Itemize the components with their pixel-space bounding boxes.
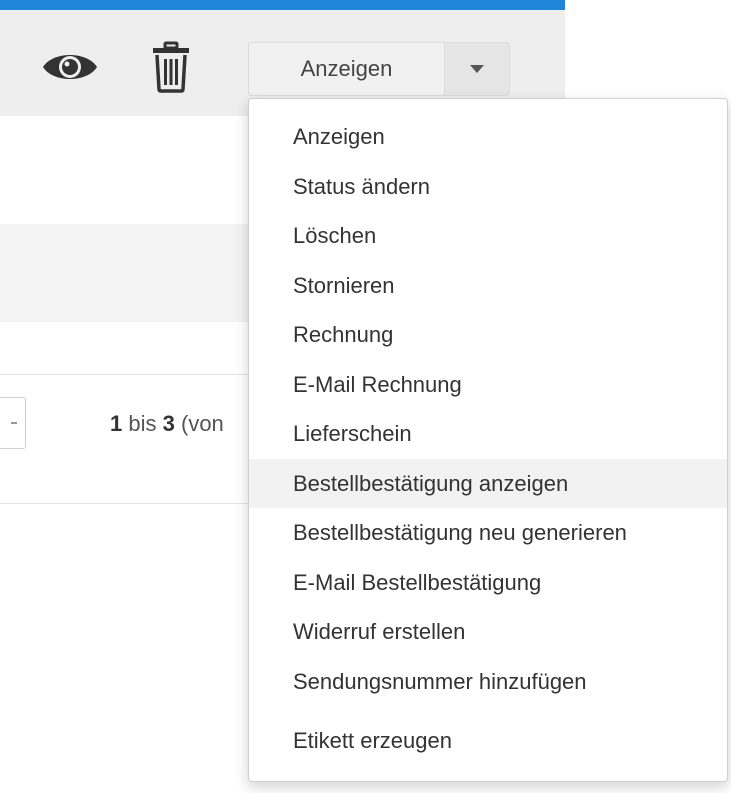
menu-item-anzeigen[interactable]: Anzeigen xyxy=(249,112,727,162)
menu-item-status-aendern[interactable]: Status ändern xyxy=(249,162,727,212)
dropdown-toggle-button[interactable] xyxy=(445,42,510,96)
page: Anzeigen 1 bis 3 (von Anzeigen Status än… xyxy=(0,0,731,793)
menu-item-lieferschein[interactable]: Lieferschein xyxy=(249,409,727,459)
table-row-background xyxy=(0,224,280,322)
caret-down-icon xyxy=(470,65,484,73)
pagination-info: 1 bis 3 (von xyxy=(110,411,224,437)
menu-item-sendungsnummer-hinzufuegen[interactable]: Sendungsnummer hinzufügen xyxy=(249,657,727,707)
menu-item-bestellbestaetigung-anzeigen[interactable]: Bestellbestätigung anzeigen xyxy=(249,458,727,508)
pagination-to-label: bis xyxy=(128,411,157,436)
trash-icon[interactable] xyxy=(150,40,192,94)
pagination-of-label: (von xyxy=(181,411,224,436)
menu-item-loeschen[interactable]: Löschen xyxy=(249,211,727,261)
pagination-bar: 1 bis 3 (von xyxy=(0,374,280,504)
action-button-group: Anzeigen xyxy=(248,42,510,96)
page-size-select[interactable] xyxy=(0,397,26,449)
menu-item-bestellbestaetigung-neu-generieren[interactable]: Bestellbestätigung neu generieren xyxy=(249,508,727,558)
menu-divider xyxy=(249,706,727,716)
pagination-to: 3 xyxy=(162,411,175,436)
menu-item-email-rechnung[interactable]: E-Mail Rechnung xyxy=(249,360,727,410)
pagination-from: 1 xyxy=(110,411,123,436)
anzeigen-button[interactable]: Anzeigen xyxy=(248,42,445,96)
menu-item-etikett-erzeugen[interactable]: Etikett erzeugen xyxy=(249,716,727,766)
actions-dropdown-menu: Anzeigen Status ändern Löschen Storniere… xyxy=(248,98,728,782)
menu-item-widerruf-erstellen[interactable]: Widerruf erstellen xyxy=(249,607,727,657)
menu-item-email-bestellbestaetigung[interactable]: E-Mail Bestellbestätigung xyxy=(249,558,727,608)
top-accent-bar xyxy=(0,0,565,10)
menu-item-stornieren[interactable]: Stornieren xyxy=(249,261,727,311)
eye-icon[interactable] xyxy=(40,46,100,88)
menu-item-rechnung[interactable]: Rechnung xyxy=(249,310,727,360)
